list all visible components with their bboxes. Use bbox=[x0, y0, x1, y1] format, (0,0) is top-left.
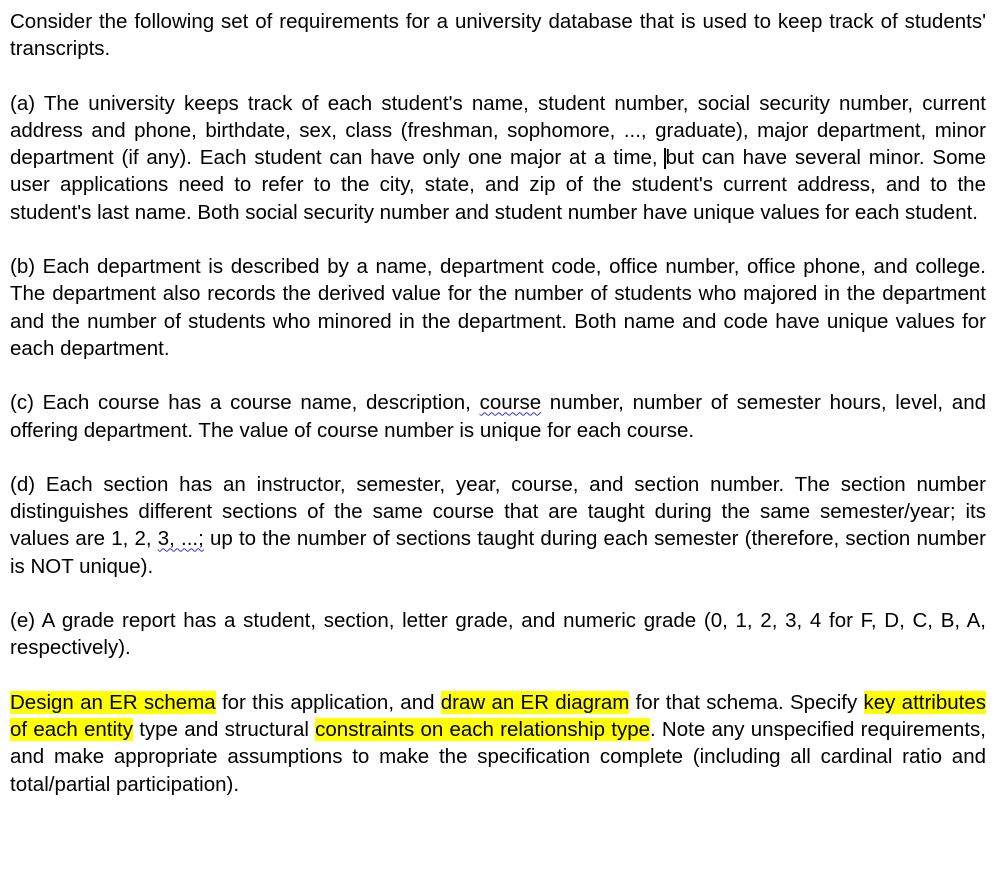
intro-paragraph: Consider the following set of requiremen… bbox=[10, 8, 986, 63]
requirement-c-text-part-1: (c) Each course has a course name, descr… bbox=[10, 391, 480, 415]
task-paragraph: Design an ER schema for this application… bbox=[10, 689, 986, 798]
highlight-draw-er-diagram: draw an ER diagram bbox=[440, 690, 630, 714]
requirement-b-paragraph: (b) Each department is described by a na… bbox=[10, 253, 986, 362]
document-page: Consider the following set of requiremen… bbox=[0, 0, 1004, 873]
highlight-constraints: constraints on each relationship type bbox=[315, 717, 650, 741]
task-plain-3: type and structural bbox=[133, 717, 316, 741]
task-plain-1: for this application, and bbox=[215, 690, 441, 714]
requirement-d-paragraph: (d) Each section has an instructor, seme… bbox=[10, 471, 986, 580]
highlight-design-er-schema: Design an ER schema bbox=[10, 690, 216, 714]
requirement-a-paragraph: (a) The university keeps track of each s… bbox=[10, 90, 986, 226]
requirement-b-text: (b) Each department is described by a na… bbox=[10, 255, 986, 360]
requirement-c-paragraph: (c) Each course has a course name, descr… bbox=[10, 389, 986, 444]
task-plain-2: for that schema. Specify bbox=[629, 690, 864, 714]
grammar-squiggle-course[interactable]: course bbox=[480, 391, 542, 414]
requirement-e-text: (e) A grade report has a student, sectio… bbox=[10, 609, 986, 660]
grammar-squiggle-section-values[interactable]: 3, ...; bbox=[158, 527, 204, 550]
intro-text: Consider the following set of requiremen… bbox=[10, 10, 986, 61]
requirement-e-paragraph: (e) A grade report has a student, sectio… bbox=[10, 607, 986, 662]
